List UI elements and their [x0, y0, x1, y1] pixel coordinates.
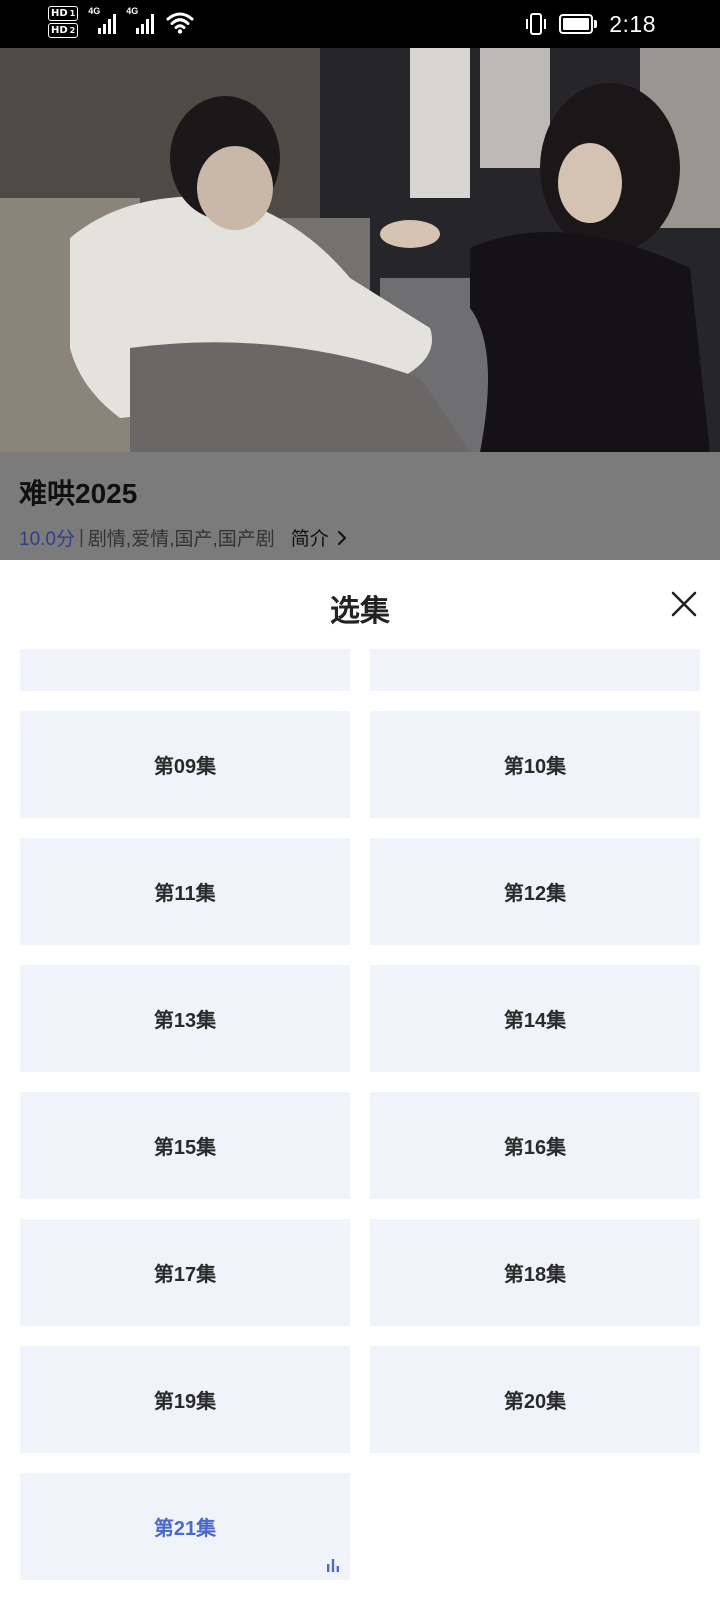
show-score: 10.0分 [19, 529, 75, 550]
episode-label: 第09集 [153, 756, 217, 778]
episode-tile-09[interactable]: 第09集 [20, 711, 350, 818]
episode-label: 第12集 [503, 883, 567, 905]
episode-tile-12[interactable]: 第12集 [370, 838, 700, 945]
intro-button[interactable]: 简介 [291, 524, 347, 551]
episode-label: 第10集 [503, 756, 567, 778]
episode-label: 第19集 [153, 1391, 217, 1413]
episode-tile-partial[interactable] [20, 649, 350, 691]
hd-voice-badge-2: HD 2 [48, 23, 79, 38]
episode-tile-16[interactable]: 第16集 [370, 1092, 700, 1199]
episode-tile-partial[interactable] [370, 649, 700, 691]
intro-label: 简介 [290, 529, 329, 550]
episode-label: 第17集 [153, 1264, 217, 1286]
video-player[interactable] [0, 48, 720, 452]
meta-separator: | [78, 526, 84, 548]
video-frame-image [0, 48, 720, 452]
episode-tile-18[interactable]: 第18集 [370, 1219, 700, 1326]
sheet-title: 选集 [330, 595, 390, 628]
battery-icon [559, 14, 598, 34]
episode-label: 第16集 [503, 1137, 567, 1159]
close-icon [671, 591, 697, 617]
episode-tile-19[interactable]: 第19集 [20, 1346, 350, 1453]
vibrate-icon [526, 13, 547, 35]
chevron-right-icon [337, 531, 346, 545]
signal-2-icon: 4G [126, 6, 155, 34]
wifi-icon [166, 12, 194, 34]
episode-label: 第21集 [153, 1518, 217, 1540]
now-playing-icon [327, 1559, 339, 1572]
episode-label: 第13集 [153, 1010, 217, 1032]
show-info-panel: 难哄2025 10.0分 | 剧情,爱情,国产,国产剧 简介 [0, 452, 720, 560]
show-title: 难哄2025 [19, 478, 138, 509]
show-genres: 剧情,爱情,国产,国产剧 [87, 529, 275, 550]
signal-1-icon: 4G [88, 6, 117, 34]
episode-label: 第20集 [503, 1391, 567, 1413]
episode-tile-10[interactable]: 第10集 [370, 711, 700, 818]
episode-tile-13[interactable]: 第13集 [20, 965, 350, 1072]
episode-tile-17[interactable]: 第17集 [20, 1219, 350, 1326]
episode-grid: 第09集 第10集 第11集 第12集 第13集 第14集 第15集 第16集 … [20, 649, 700, 1580]
episode-label: 第11集 [154, 883, 216, 905]
hd-voice-badge-1: HD 1 [48, 6, 79, 21]
close-button[interactable] [666, 586, 702, 622]
episode-label: 第14集 [503, 1010, 567, 1032]
episode-selector-sheet: 选集 第09集 第10集 第11集 第12集 第13集 第14集 第15集 第1… [0, 560, 720, 1600]
episode-tile-15[interactable]: 第15集 [20, 1092, 350, 1199]
episode-label: 第15集 [153, 1137, 217, 1159]
episode-tile-14[interactable]: 第14集 [370, 965, 700, 1072]
status-time: 2:18 [609, 10, 656, 37]
episode-tile-20[interactable]: 第20集 [370, 1346, 700, 1453]
episode-tile-21-current[interactable]: 第21集 [20, 1473, 350, 1580]
episode-tile-11[interactable]: 第11集 [20, 838, 350, 945]
status-bar: HD 1 HD 2 4G 4G 2:18 [0, 0, 720, 48]
show-meta: 10.0分 | 剧情,爱情,国产,国产剧 简介 [19, 524, 347, 551]
episode-label: 第18集 [503, 1264, 567, 1286]
